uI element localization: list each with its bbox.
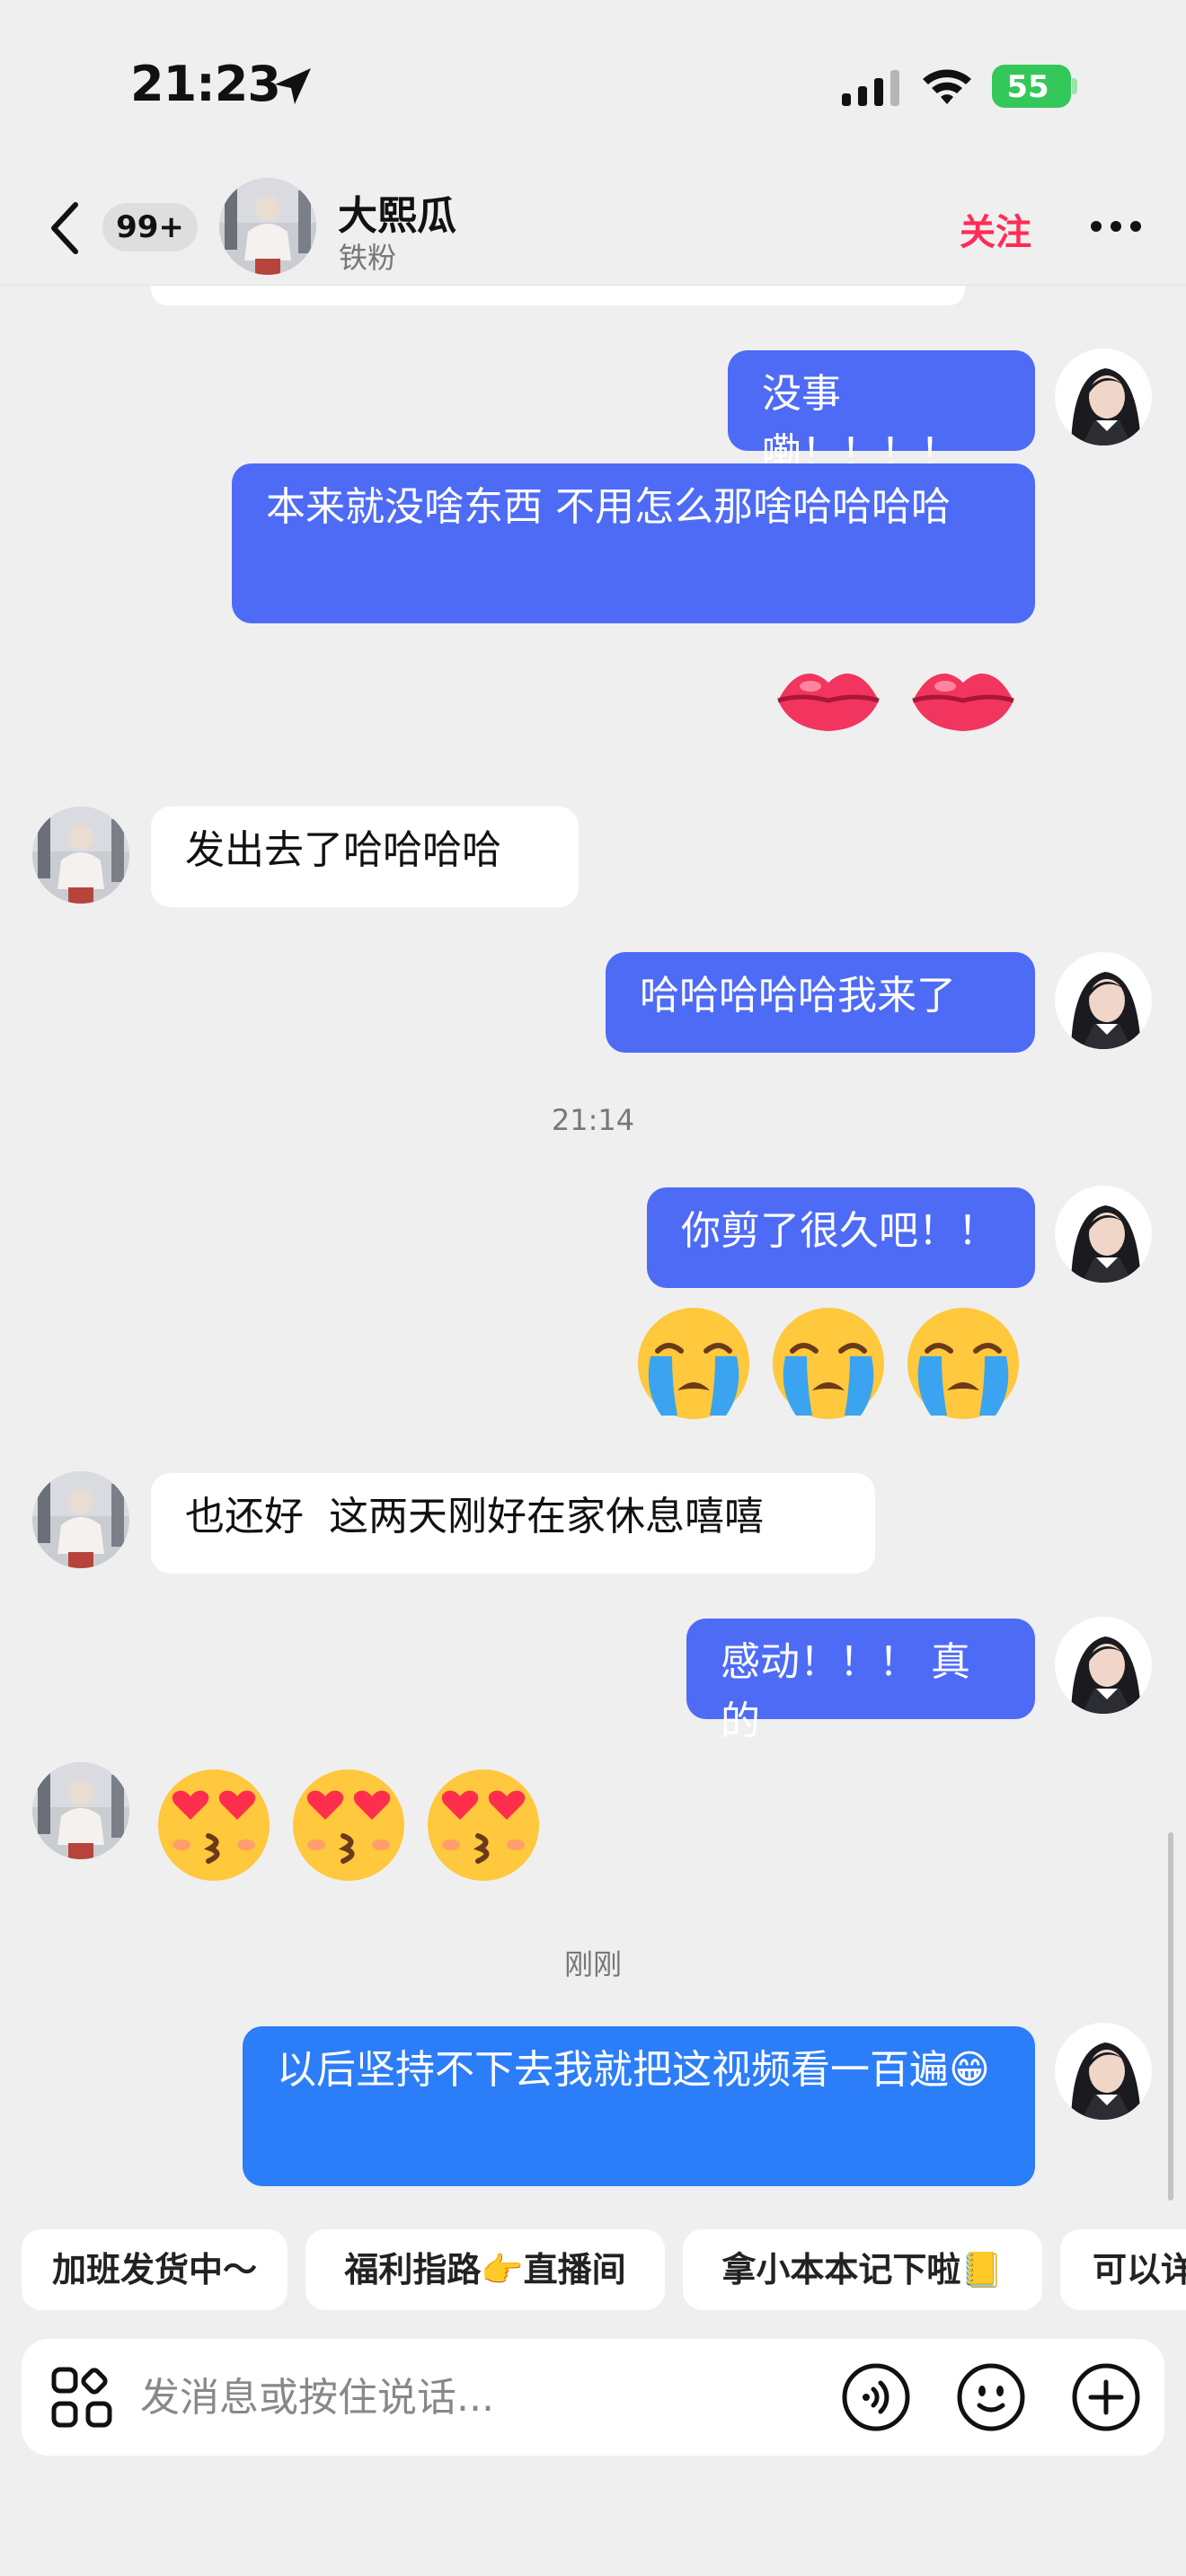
status-bar: 21:23 55 [0, 0, 1186, 171]
heart-eyes-kiss-icon [428, 1769, 539, 1881]
unread-badge[interactable]: 99+ [102, 203, 198, 251]
contact-message-avatar[interactable] [32, 1762, 129, 1859]
incoming-message[interactable]: 也还好 这两天刚好在家休息嘻嘻 [151, 1473, 875, 1574]
timestamp: 21:14 [551, 1103, 635, 1137]
kiss-lips-icon [912, 673, 1014, 731]
my-avatar[interactable] [1055, 952, 1152, 1049]
quick-reply-bar: 加班发货中～ 福利指路👉直播间 拿小本本记下啦📒 可以详 [0, 2229, 1186, 2312]
my-avatar[interactable] [1055, 2023, 1152, 2120]
quick-reply-chip[interactable]: 拿小本本记下啦📒 [683, 2229, 1042, 2310]
message-text: 也还好 这两天刚好在家休息嘻嘻 [185, 1494, 764, 1539]
back-icon[interactable] [45, 199, 84, 257]
my-avatar[interactable] [1055, 1617, 1152, 1714]
loudly-crying-icon [773, 1308, 884, 1419]
follow-button[interactable]: 关注 [960, 203, 1031, 255]
heart-eyes-kiss-icon [158, 1769, 270, 1881]
scrollbar[interactable] [1168, 1832, 1173, 2201]
kiss-lips-icon [777, 673, 880, 731]
outgoing-message[interactable]: 以后坚持不下去我就把这视频看一百遍😁 [243, 2026, 1035, 2186]
emoji-message[interactable] [766, 636, 1026, 762]
contact-avatar[interactable] [219, 178, 316, 275]
quick-reply-chip[interactable]: 福利指路👉直播间 [305, 2229, 665, 2310]
timestamp: 刚刚 [563, 1947, 622, 1981]
signal-icon [842, 70, 899, 106]
contact-message-avatar[interactable] [32, 1471, 129, 1568]
emoji-message[interactable] [631, 1301, 1026, 1426]
location-arrow-icon [275, 68, 311, 104]
heart-eyes-kiss-icon [293, 1769, 404, 1881]
battery-level: 55 [1006, 69, 1049, 105]
contact-message-avatar[interactable] [32, 807, 129, 904]
status-time: 21:23 [130, 56, 281, 112]
my-avatar[interactable] [1055, 348, 1152, 446]
wifi-icon [923, 69, 971, 104]
message-text: 发出去了哈哈哈哈 [185, 827, 501, 873]
voice-icon[interactable] [841, 2362, 911, 2432]
plus-icon[interactable] [1071, 2362, 1141, 2432]
loudly-crying-icon [907, 1308, 1019, 1419]
outgoing-message[interactable]: 哈哈哈哈哈我来了 [606, 952, 1035, 1053]
message-input-bar [22, 2339, 1164, 2456]
more-icon[interactable] [1089, 217, 1143, 235]
previous-message-bubble [151, 286, 965, 305]
loudly-crying-icon [638, 1308, 749, 1419]
message-text: 感动！！！ 真的 [721, 1639, 970, 1744]
quick-reply-chip[interactable]: 加班发货中～ [22, 2229, 288, 2310]
message-text: 以后坚持不下去我就把这视频看一百遍😁 [277, 2047, 990, 2093]
quick-reply-chip[interactable]: 可以详 [1060, 2229, 1186, 2310]
outgoing-message[interactable]: 感动！！！ 真的 [686, 1619, 1035, 1744]
outgoing-message[interactable]: 没事嘞！！！！ [728, 350, 1035, 476]
my-avatar[interactable] [1055, 1186, 1152, 1283]
contact-subtitle: 铁粉 [339, 241, 397, 275]
apps-icon[interactable] [50, 2366, 113, 2429]
message-text: 哈哈哈哈哈我来了 [640, 973, 956, 1019]
contact-name[interactable]: 大熙瓜 [338, 183, 456, 241]
message-text: 没事嘞！！！！ [762, 371, 960, 476]
battery-indicator: 55 [992, 65, 1078, 108]
message-text: 你剪了很久吧！！ [681, 1208, 997, 1254]
message-input[interactable] [140, 2366, 805, 2429]
outgoing-message[interactable]: 你剪了很久吧！！ [647, 1187, 1035, 1288]
chat-header: 99+ 大熙瓜 铁粉 关注 [0, 171, 1186, 286]
incoming-message[interactable]: 发出去了哈哈哈哈 [151, 807, 579, 907]
outgoing-message[interactable]: 本来就没啥东西 不用怎么那啥哈哈哈哈 [232, 463, 1035, 623]
emoji-message[interactable] [151, 1762, 546, 1888]
message-text: 本来就没啥东西 不用怎么那啥哈哈哈哈 [266, 484, 951, 530]
emoji-icon[interactable] [956, 2362, 1026, 2432]
